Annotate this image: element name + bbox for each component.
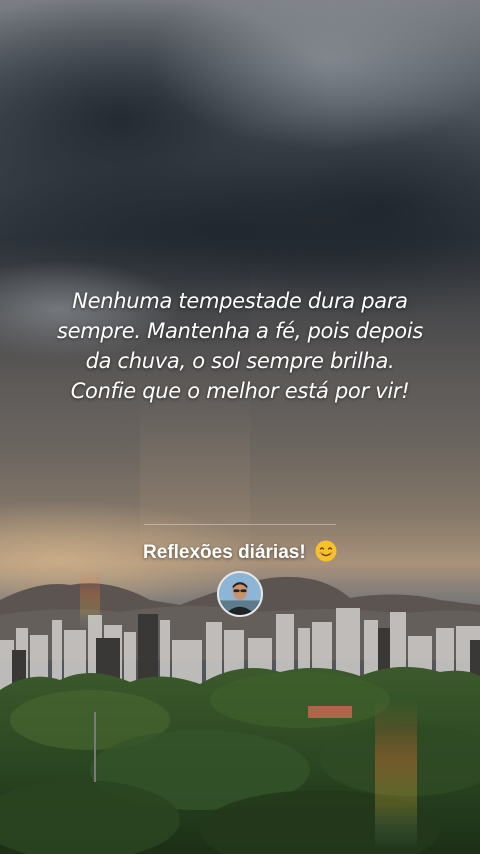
quote-text: Nenhuma tempestade dura para sempre. Man… [40, 286, 440, 406]
quote-line: Confie que o melhor está por vir! [70, 379, 410, 403]
smiling-face-emoji [315, 540, 337, 562]
quote-line: sempre. Mantenha a fé, pois depois [56, 319, 423, 343]
caption-text: Reflexões diárias! [143, 542, 306, 563]
quote-line: da chuva, o sol sempre brilha. [85, 349, 395, 373]
user-avatar-icon [219, 573, 261, 615]
quote-line: Nenhuma tempestade dura para [72, 289, 408, 313]
story-screen: Nenhuma tempestade dura para sempre. Man… [0, 0, 480, 854]
divider [144, 524, 336, 525]
avatar[interactable] [217, 571, 263, 617]
background-photo [0, 0, 480, 854]
caption: Reflexões diárias! [100, 539, 380, 567]
